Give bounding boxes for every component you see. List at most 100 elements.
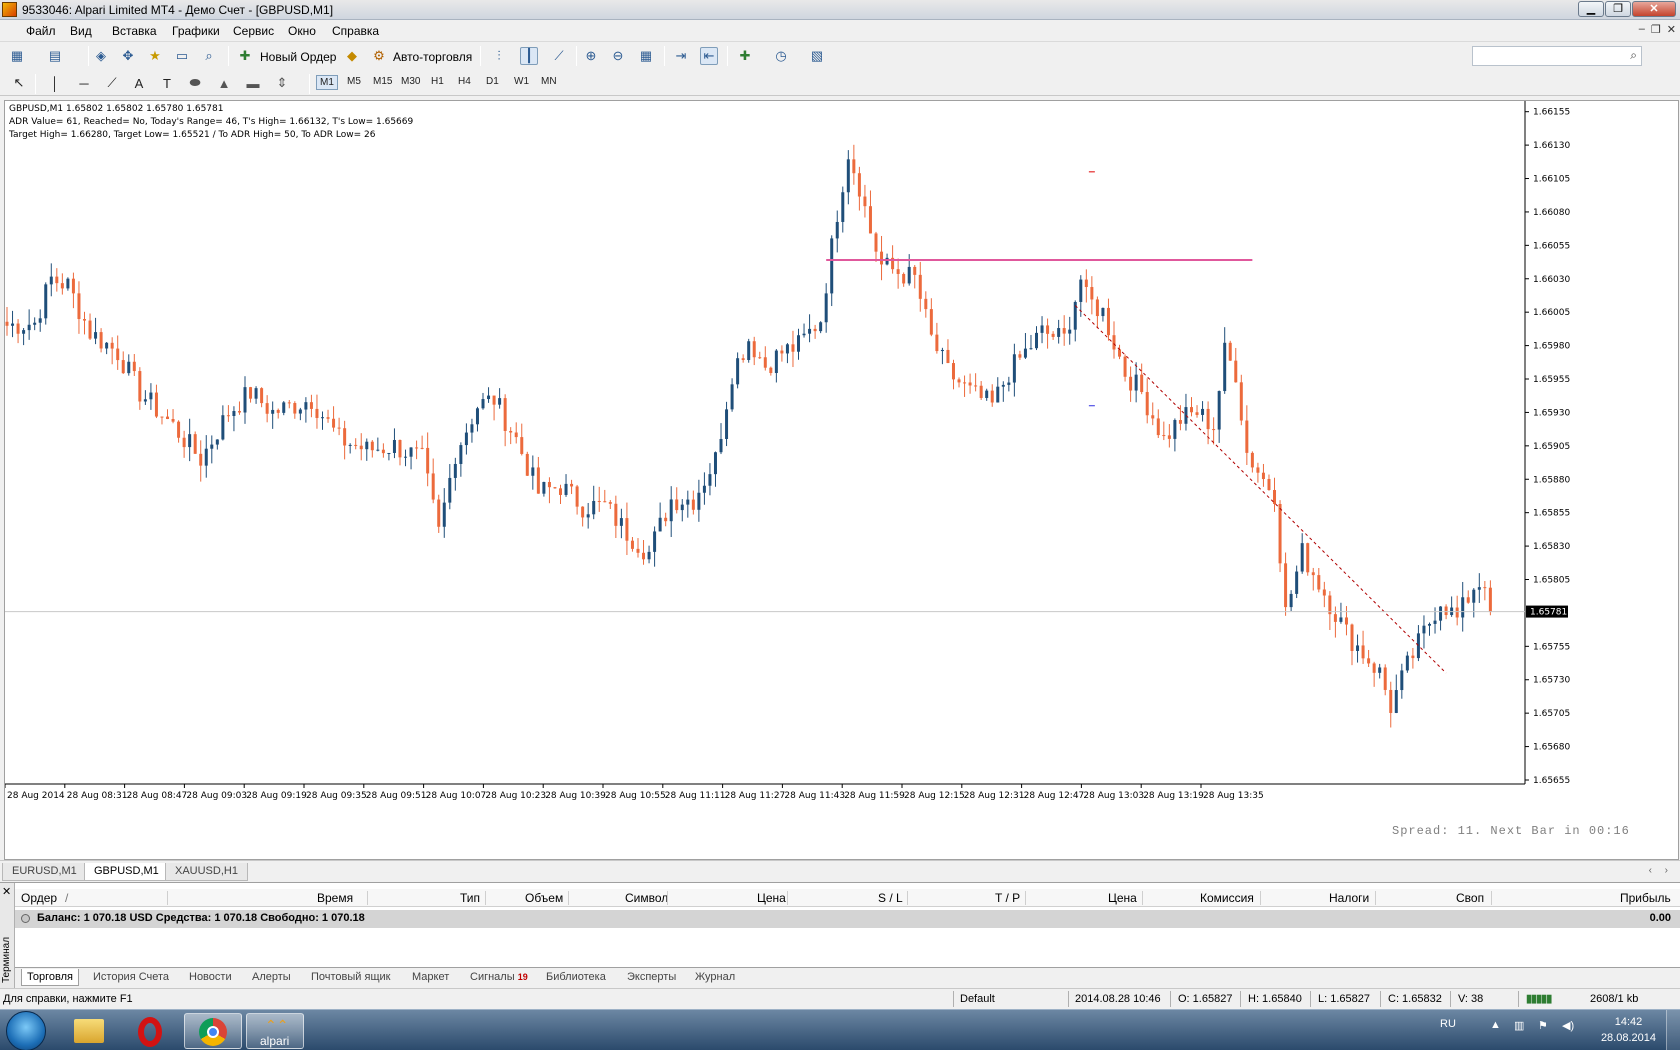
mdi-close-icon[interactable]: ✕: [1667, 23, 1676, 36]
chart-tab-eurusd[interactable]: EURUSD,M1: [2, 863, 87, 881]
menu-insert[interactable]: Вставка: [112, 24, 157, 38]
timeframe-m1[interactable]: M1: [316, 75, 338, 90]
text-label-icon[interactable]: T: [158, 74, 176, 92]
menu-tools[interactable]: Сервис: [233, 24, 274, 38]
col-profit[interactable]: Прибыль: [1620, 891, 1671, 905]
indicators-icon[interactable]: ✚: [736, 47, 754, 65]
new-order-button[interactable]: Новый Ордер: [260, 50, 336, 64]
new-chart-icon[interactable]: ▦: [8, 47, 26, 65]
timeframe-h1[interactable]: H1: [428, 75, 447, 88]
tray-expand-icon[interactable]: ▲: [1490, 1019, 1501, 1031]
horizontal-line-icon[interactable]: ─: [75, 74, 93, 92]
col-price[interactable]: Цена: [757, 891, 786, 905]
tray-clock[interactable]: 14:42 28.08.2014: [1601, 1014, 1656, 1046]
close-button[interactable]: ✕: [1632, 1, 1676, 17]
taskbar-alpari[interactable]: ⌃⌃ alpari: [246, 1013, 304, 1049]
text-icon[interactable]: A: [130, 74, 148, 92]
menu-view[interactable]: Вид: [70, 24, 92, 38]
timeframe-m30[interactable]: M30: [398, 75, 423, 88]
search-input[interactable]: ⌕: [1472, 46, 1642, 66]
autoscroll-icon[interactable]: ⇥: [672, 47, 690, 65]
language-indicator[interactable]: RU: [1440, 1018, 1456, 1030]
tab-news[interactable]: Новости: [184, 969, 237, 985]
zoom-in-icon[interactable]: ⊕: [582, 47, 600, 65]
col-volume[interactable]: Объем: [525, 891, 563, 905]
tab-library[interactable]: Библиотека: [541, 969, 611, 985]
maximize-button[interactable]: ❐: [1605, 1, 1631, 17]
show-desktop-button[interactable]: [1666, 1010, 1680, 1050]
col-stop-loss[interactable]: S / L: [878, 891, 903, 905]
navigator-icon[interactable]: ★: [146, 47, 164, 65]
search-icon[interactable]: ⌕: [1630, 48, 1637, 63]
bar-chart-icon[interactable]: ⫶: [490, 47, 508, 65]
metaeditor-icon[interactable]: ◆: [343, 47, 361, 65]
triangle-icon[interactable]: ▲: [215, 74, 233, 92]
vertical-line-icon[interactable]: │: [46, 74, 64, 92]
col-swap[interactable]: Своп: [1456, 891, 1484, 905]
taskbar-explorer[interactable]: [60, 1013, 118, 1049]
tab-account-history[interactable]: История Счета: [88, 969, 174, 985]
market-watch-icon[interactable]: ◈: [92, 47, 110, 65]
auto-trading-icon[interactable]: ⚙: [370, 47, 388, 65]
candlestick-chart-icon[interactable]: ┃: [520, 47, 538, 65]
volume-icon[interactable]: ◀): [1562, 1019, 1574, 1032]
menu-window[interactable]: Окно: [288, 24, 316, 38]
cursor-icon[interactable]: ↖: [10, 74, 28, 92]
tab-signals[interactable]: Сигналы 19: [465, 969, 533, 985]
trendline-icon[interactable]: ⟋: [103, 74, 121, 92]
menu-charts[interactable]: Графики: [172, 24, 220, 38]
col-current-price[interactable]: Цена: [1108, 891, 1137, 905]
terminal-close-icon[interactable]: ✕: [2, 885, 11, 898]
flag-icon[interactable]: ⚑: [1538, 1019, 1548, 1032]
chart-shift-icon[interactable]: ⇤: [700, 47, 718, 65]
candlestick-chart[interactable]: 1.66155 1.66130 1.66105 1.66080 1.66055 1.660…: [4, 101, 1678, 859]
tab-journal[interactable]: Журнал: [690, 969, 740, 985]
periods-clock-icon[interactable]: ◷: [772, 47, 790, 65]
col-take-profit[interactable]: T / P: [995, 891, 1020, 905]
tab-trade[interactable]: Торговля: [21, 969, 79, 986]
balance-row[interactable]: Баланс: 1 070.18 USD Средства: 1 070.18 …: [15, 910, 1680, 928]
tab-scroll-left-icon[interactable]: ‹: [1649, 865, 1652, 876]
timeframe-m15[interactable]: M15: [370, 75, 395, 88]
taskbar-opera[interactable]: [122, 1013, 180, 1049]
mdi-restore-icon[interactable]: ❐: [1651, 23, 1661, 36]
strategy-tester-icon[interactable]: ⌕: [200, 47, 218, 65]
timeframe-h4[interactable]: H4: [455, 75, 474, 88]
col-time[interactable]: Время: [317, 891, 353, 905]
tab-scroll-right-icon[interactable]: ›: [1665, 865, 1668, 876]
network-icon[interactable]: ▥: [1514, 1019, 1524, 1032]
col-symbol[interactable]: Символ: [625, 891, 668, 905]
templates-icon[interactable]: ▧: [808, 47, 826, 65]
line-chart-icon[interactable]: ⟋: [550, 47, 568, 65]
tab-mailbox[interactable]: Почтовый ящик: [306, 969, 395, 985]
tab-market[interactable]: Маркет: [407, 969, 454, 985]
menu-file[interactable]: Файл: [26, 24, 56, 38]
tab-experts[interactable]: Эксперты: [622, 969, 681, 985]
new-order-icon[interactable]: ✚: [236, 47, 254, 65]
connection-status-icon[interactable]: ▮▮▮▮▮: [1526, 992, 1552, 1005]
price-chart[interactable]: 1.66155 1.66130 1.66105 1.66080 1.66055 1.660…: [4, 100, 1679, 860]
chart-tab-xauusd[interactable]: XAUUSD,H1: [165, 863, 248, 881]
terminal-icon[interactable]: ▭: [173, 47, 191, 65]
timeframe-d1[interactable]: D1: [483, 75, 502, 88]
rectangle-icon[interactable]: ▬: [244, 74, 262, 92]
col-taxes[interactable]: Налоги: [1329, 891, 1369, 905]
col-order[interactable]: Ордер: [21, 891, 57, 905]
auto-trading-button[interactable]: Авто-торговля: [393, 50, 472, 64]
col-type[interactable]: Тип: [460, 891, 480, 905]
tile-windows-icon[interactable]: ▦: [637, 47, 655, 65]
ellipse-icon[interactable]: ⬬: [186, 74, 204, 92]
taskbar-chrome[interactable]: [184, 1013, 242, 1049]
data-window-icon[interactable]: ✥: [119, 47, 137, 65]
arrows-icon[interactable]: ⇕: [273, 74, 291, 92]
timeframe-mn[interactable]: MN: [538, 75, 560, 88]
timeframe-m5[interactable]: M5: [344, 75, 364, 88]
col-commission[interactable]: Комиссия: [1200, 891, 1254, 905]
menu-help[interactable]: Справка: [332, 24, 379, 38]
start-button[interactable]: [6, 1011, 46, 1050]
profiles-icon[interactable]: ▤: [46, 47, 64, 65]
timeframe-w1[interactable]: W1: [511, 75, 532, 88]
tab-alerts[interactable]: Алерты: [247, 969, 296, 985]
minimize-button[interactable]: ▁: [1578, 1, 1604, 17]
chart-tab-gbpusd[interactable]: GBPUSD,M1: [84, 863, 169, 881]
